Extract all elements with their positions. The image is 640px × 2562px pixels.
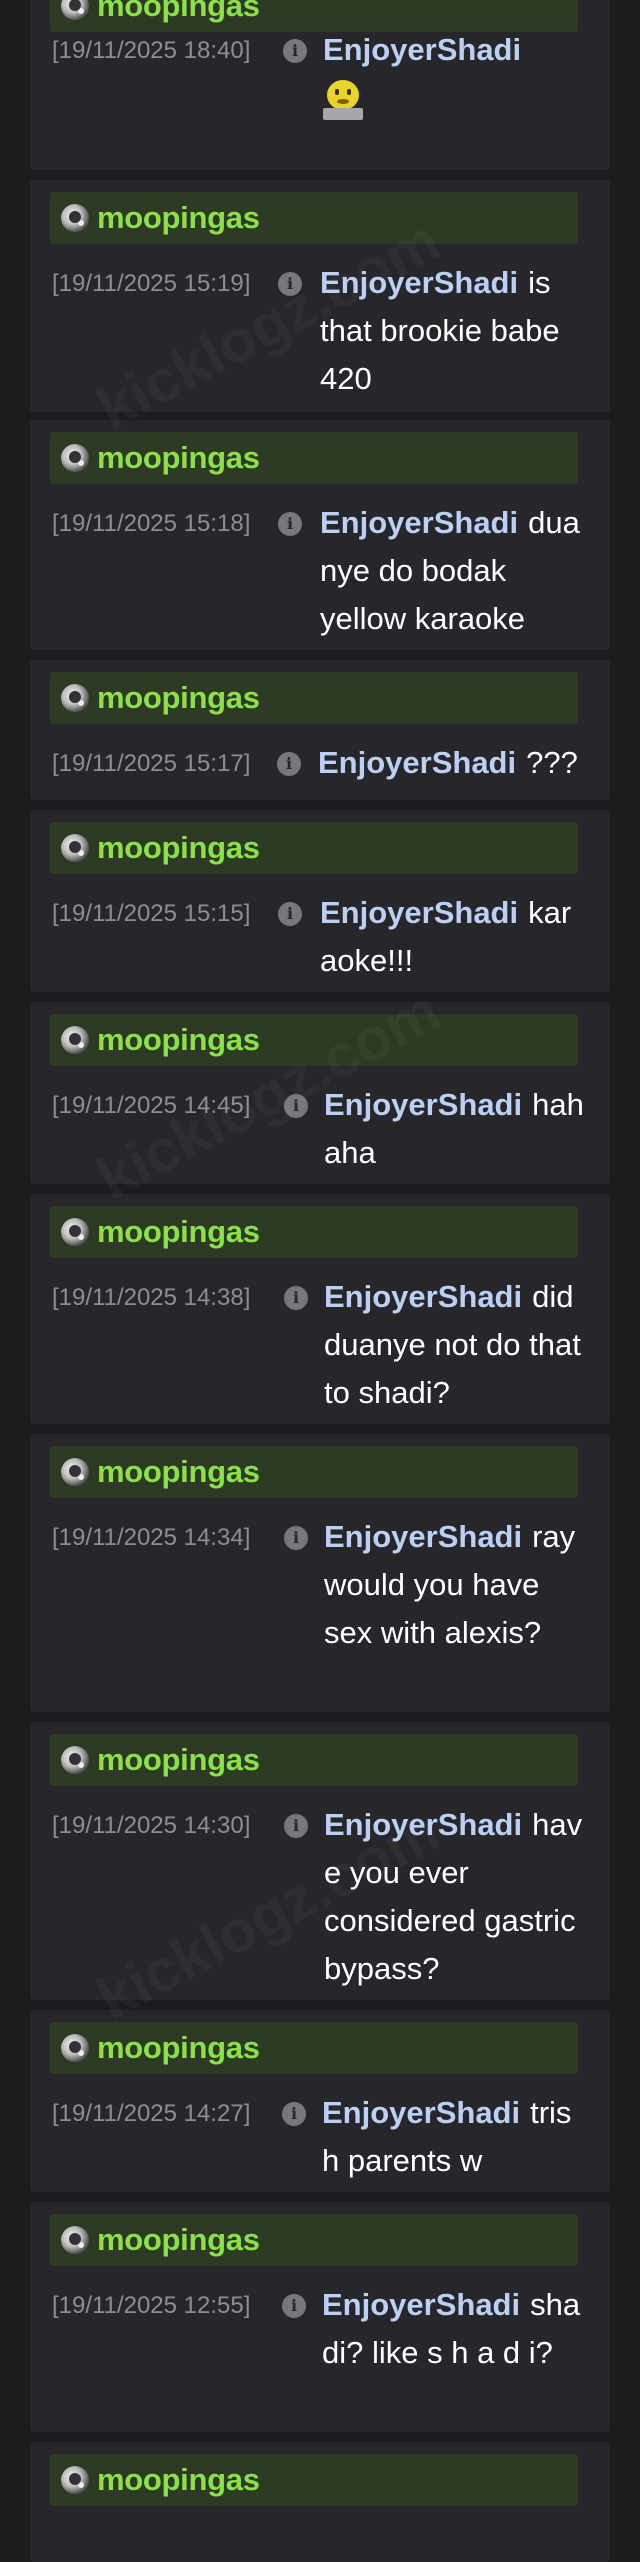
reply-reference[interactable]: moopingas xyxy=(50,432,578,484)
timestamp: [19/11/2025 14:27] xyxy=(52,2100,251,2127)
reply-username[interactable]: moopingas xyxy=(97,200,260,236)
info-icon[interactable]: i xyxy=(284,1286,308,1310)
timestamp: [19/11/2025 15:18] xyxy=(52,510,251,537)
avatar xyxy=(61,1026,89,1054)
message-author[interactable]: EnjoyerShadi xyxy=(320,895,518,930)
info-icon[interactable]: i xyxy=(283,39,307,63)
reply-username[interactable]: moopingas xyxy=(97,1022,260,1058)
avatar xyxy=(61,0,89,20)
reply-reference[interactable]: moopingas xyxy=(50,1206,578,1258)
info-icon[interactable]: i xyxy=(277,752,301,776)
message-card: moopingas [19/11/2025 12:55] i EnjoyerSh… xyxy=(30,2202,610,2432)
message-author[interactable]: EnjoyerShadi xyxy=(318,745,516,780)
avatar xyxy=(61,2034,89,2062)
message-card: moopingas [19/11/2025 14:30] i EnjoyerSh… xyxy=(30,1722,610,2000)
message-card: moopingas [19/11/2025 14:34] i EnjoyerSh… xyxy=(30,1434,610,1712)
message-author[interactable]: EnjoyerShadi xyxy=(324,1807,522,1842)
message-body: EnjoyerShadi did duanye not do that to sh… xyxy=(324,1273,589,1417)
reply-username[interactable]: moopingas xyxy=(97,1454,260,1490)
timestamp: [19/11/2025 18:40] xyxy=(52,37,251,64)
info-icon[interactable]: i xyxy=(284,1814,308,1838)
timestamp: [19/11/2025 15:17] xyxy=(52,750,251,777)
reply-reference[interactable]: moopingas xyxy=(50,672,578,724)
reply-username[interactable]: moopingas xyxy=(97,440,260,476)
message-author[interactable]: EnjoyerShadi xyxy=(324,1519,522,1554)
info-icon[interactable]: i xyxy=(284,1526,308,1550)
message-body: EnjoyerShadi ray would you have sex with … xyxy=(324,1513,589,1657)
timestamp: [19/11/2025 14:34] xyxy=(52,1524,251,1551)
message-author[interactable]: EnjoyerShadi xyxy=(324,1279,522,1314)
avatar xyxy=(61,1458,89,1486)
info-icon[interactable]: i xyxy=(278,272,302,296)
avatar xyxy=(61,2466,89,2494)
reply-username[interactable]: moopingas xyxy=(97,680,260,716)
message-text: ??? xyxy=(526,745,578,780)
avatar xyxy=(61,1746,89,1774)
message-body: EnjoyerShadi trish parents w xyxy=(322,2089,587,2185)
reply-reference[interactable]: moopingas xyxy=(50,192,578,244)
reply-reference[interactable]: moopingas xyxy=(50,2214,578,2266)
message-author[interactable]: EnjoyerShadi xyxy=(324,1087,522,1122)
reply-username[interactable]: moopingas xyxy=(97,2222,260,2258)
info-icon[interactable]: i xyxy=(282,2294,306,2318)
message-card: moopingas xyxy=(30,2442,610,2562)
reply-username[interactable]: moopingas xyxy=(97,1742,260,1778)
timestamp: [19/11/2025 14:45] xyxy=(52,1092,251,1119)
avatar xyxy=(61,834,89,862)
message-body: EnjoyerShadi is that brookie babe 420 xyxy=(320,259,585,403)
message-body: EnjoyerShadi hahaha xyxy=(324,1081,589,1177)
reply-username[interactable]: moopingas xyxy=(97,2030,260,2066)
message-card: moopingas [19/11/2025 15:18] i EnjoyerSh… xyxy=(30,420,610,650)
avatar xyxy=(61,1218,89,1246)
emote-icon xyxy=(323,80,363,120)
reply-username[interactable]: moopingas xyxy=(97,0,260,24)
message-body: EnjoyerShadi xyxy=(323,26,588,120)
message-card: moopingas [19/11/2025 15:19] i EnjoyerSh… xyxy=(30,180,610,412)
info-icon[interactable]: i xyxy=(284,1094,308,1118)
message-body: EnjoyerShadi??? xyxy=(318,739,610,787)
message-card: moopingas [19/11/2025 14:45] i EnjoyerSh… xyxy=(30,1002,610,1184)
timestamp: [19/11/2025 15:19] xyxy=(52,270,251,297)
reply-reference[interactable]: moopingas xyxy=(50,1446,578,1498)
avatar xyxy=(61,444,89,472)
avatar xyxy=(61,2226,89,2254)
timestamp: [19/11/2025 14:30] xyxy=(52,1812,251,1839)
reply-reference[interactable]: moopingas xyxy=(50,1014,578,1066)
timestamp: [19/11/2025 15:15] xyxy=(52,900,251,927)
info-icon[interactable]: i xyxy=(282,2102,306,2126)
info-icon[interactable]: i xyxy=(278,512,302,536)
message-card: moopingas [19/11/2025 14:38] i EnjoyerSh… xyxy=(30,1194,610,1424)
reply-reference[interactable]: moopingas xyxy=(50,2022,578,2074)
message-author[interactable]: EnjoyerShadi xyxy=(323,32,521,67)
message-card: moopingas [19/11/2025 15:15] i EnjoyerSh… xyxy=(30,810,610,992)
message-body: EnjoyerShadi shadi? like s h a d i? xyxy=(322,2281,587,2377)
message-author[interactable]: EnjoyerShadi xyxy=(320,265,518,300)
reply-username[interactable]: moopingas xyxy=(97,2462,260,2498)
timestamp: [19/11/2025 12:55] xyxy=(52,2292,251,2319)
reply-reference[interactable]: moopingas xyxy=(50,822,578,874)
message-card: moopingas [19/11/2025 15:17] i EnjoyerSh… xyxy=(30,660,610,800)
reply-username[interactable]: moopingas xyxy=(97,1214,260,1250)
info-icon[interactable]: i xyxy=(278,902,302,926)
message-body: EnjoyerShadi karaoke!!! xyxy=(320,889,585,985)
message-card: moopingas [19/11/2025 14:27] i EnjoyerSh… xyxy=(30,2010,610,2192)
message-body: EnjoyerShadi duanye do bodak yellow karao… xyxy=(320,499,585,643)
reply-reference[interactable]: moopingas xyxy=(50,2454,578,2506)
message-author[interactable]: EnjoyerShadi xyxy=(322,2287,520,2322)
message-author[interactable]: EnjoyerShadi xyxy=(322,2095,520,2130)
message-author[interactable]: EnjoyerShadi xyxy=(320,505,518,540)
reply-username[interactable]: moopingas xyxy=(97,830,260,866)
avatar xyxy=(61,684,89,712)
timestamp: [19/11/2025 14:38] xyxy=(52,1284,251,1311)
message-body: EnjoyerShadi have you ever considered gas… xyxy=(324,1801,589,1993)
reply-reference[interactable]: moopingas xyxy=(50,1734,578,1786)
avatar xyxy=(61,204,89,232)
message-card: moopingas [19/11/2025 18:40] i EnjoyerSh… xyxy=(30,0,610,170)
